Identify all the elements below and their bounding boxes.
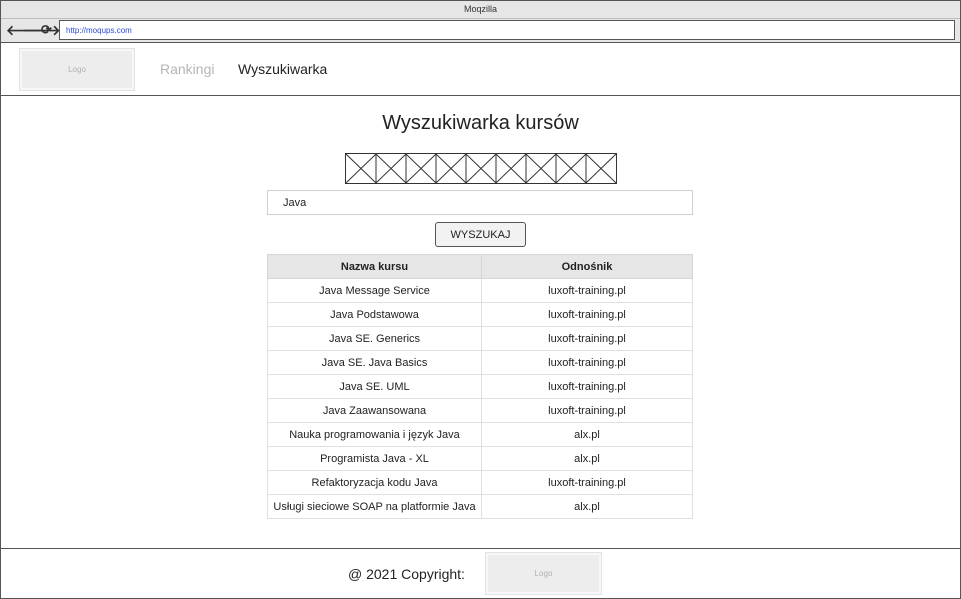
- table-row: Java SE. Java Basics luxoft-training.pl: [267, 350, 693, 375]
- nav-link-wyszukiwarka[interactable]: Wyszukiwarka: [238, 61, 327, 77]
- course-link-cell: luxoft-training.pl: [481, 278, 693, 303]
- browser-window: Moqzilla 🡐 🡒 ⟳ Logo Rankingi Wyszukiwark…: [0, 0, 961, 599]
- window-title: Moqzilla: [1, 1, 960, 19]
- course-link[interactable]: alx.pl: [574, 453, 600, 465]
- course-name-cell: Usługi sieciowe SOAP na platformie Java: [267, 494, 482, 519]
- table-row: Java SE. UML luxoft-training.pl: [267, 374, 693, 399]
- course-link[interactable]: luxoft-training.pl: [548, 333, 626, 345]
- table-row: Java Message Service luxoft-training.pl: [267, 278, 693, 303]
- course-name-cell: Nauka programowania i język Java: [267, 422, 482, 447]
- search-button[interactable]: WYSZUKAJ: [435, 222, 526, 247]
- captcha-image-placeholder: [345, 153, 617, 184]
- course-link-cell: luxoft-training.pl: [481, 398, 693, 423]
- course-link-cell: alx.pl: [481, 494, 693, 519]
- course-link-cell: alx.pl: [481, 446, 693, 471]
- course-link[interactable]: alx.pl: [574, 501, 600, 513]
- column-header-name: Nazwa kursu: [267, 254, 482, 279]
- course-name-cell: Java Message Service: [267, 278, 482, 303]
- table-row: Java Podstawowa luxoft-training.pl: [267, 302, 693, 327]
- header-logo[interactable]: Logo: [20, 49, 134, 90]
- course-link[interactable]: luxoft-training.pl: [548, 405, 626, 417]
- column-header-link: Odnośnik: [481, 254, 693, 279]
- copyright-text: @ 2021 Copyright:: [348, 566, 465, 582]
- course-link-cell: luxoft-training.pl: [481, 350, 693, 375]
- table-row: Java Zaawansowana luxoft-training.pl: [267, 398, 693, 423]
- course-name-cell: Java SE. Generics: [267, 326, 482, 351]
- image-placeholder-icon: [346, 154, 616, 183]
- reload-icon[interactable]: ⟳: [41, 23, 52, 37]
- course-link[interactable]: luxoft-training.pl: [548, 381, 626, 393]
- table-header-row: Nazwa kursu Odnośnik: [267, 254, 693, 279]
- course-link[interactable]: luxoft-training.pl: [548, 309, 626, 321]
- course-link-cell: luxoft-training.pl: [481, 470, 693, 495]
- page-title: Wyszukiwarka kursów: [382, 112, 579, 134]
- table-row: Java SE. Generics luxoft-training.pl: [267, 326, 693, 351]
- site-header: Logo Rankingi Wyszukiwarka: [1, 44, 960, 96]
- course-name-cell: Java Zaawansowana: [267, 398, 482, 423]
- address-bar: 🡐 🡒 ⟳: [1, 19, 960, 43]
- course-link-cell: luxoft-training.pl: [481, 374, 693, 399]
- course-name-cell: Java SE. Java Basics: [267, 350, 482, 375]
- url-input[interactable]: [59, 20, 955, 40]
- course-link[interactable]: alx.pl: [574, 429, 600, 441]
- course-name-cell: Java SE. UML: [267, 374, 482, 399]
- table-row: Programista Java - XL alx.pl: [267, 446, 693, 471]
- course-name-cell: Programista Java - XL: [267, 446, 482, 471]
- table-row: Usługi sieciowe SOAP na platformie Java …: [267, 494, 693, 519]
- search-input[interactable]: [267, 190, 693, 215]
- course-link[interactable]: luxoft-training.pl: [548, 285, 626, 297]
- course-link-cell: luxoft-training.pl: [481, 302, 693, 327]
- course-name-cell: Java Podstawowa: [267, 302, 482, 327]
- table-row: Refaktoryzacja kodu Java luxoft-training…: [267, 470, 693, 495]
- course-link-cell: alx.pl: [481, 422, 693, 447]
- results-table: Nazwa kursu Odnośnik Java Message Servic…: [267, 254, 693, 519]
- table-row: Nauka programowania i język Java alx.pl: [267, 422, 693, 447]
- course-link-cell: luxoft-training.pl: [481, 326, 693, 351]
- site-footer: @ 2021 Copyright: Logo: [1, 548, 960, 598]
- course-link[interactable]: luxoft-training.pl: [548, 357, 626, 369]
- course-link[interactable]: luxoft-training.pl: [548, 477, 626, 489]
- course-name-cell: Refaktoryzacja kodu Java: [267, 470, 482, 495]
- footer-logo: Logo: [486, 553, 601, 594]
- nav-link-rankingi[interactable]: Rankingi: [160, 61, 214, 77]
